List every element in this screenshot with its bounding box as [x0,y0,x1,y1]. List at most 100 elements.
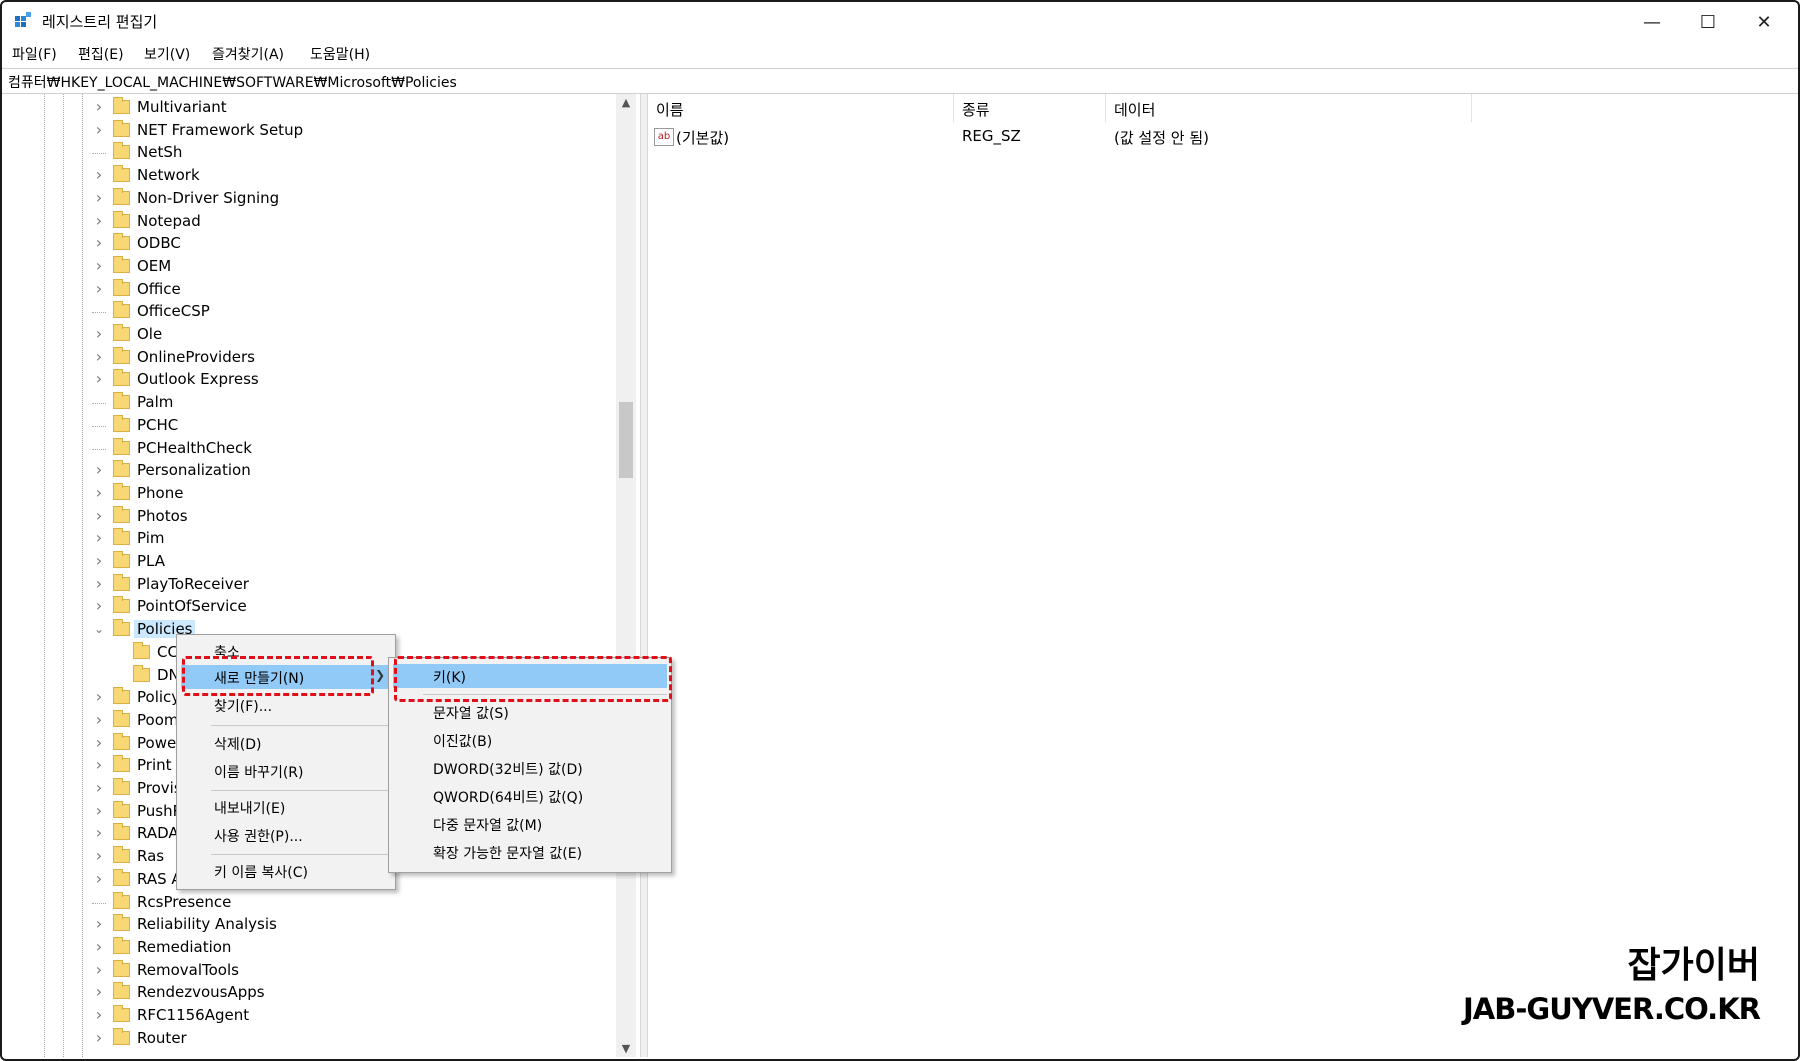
tree-item[interactable]: › Outlook Express [2,368,622,390]
tree-item[interactable]: › Remediation [2,936,622,958]
chevron-down-icon[interactable]: ⌄ [92,622,106,636]
tree-item[interactable]: › Multivariant [2,96,622,118]
chevron-right-icon[interactable]: › [92,121,106,137]
menu-file[interactable]: 파일(F) [12,44,57,64]
tree-item[interactable]: › Photos [2,505,622,527]
submenu-expandable-string-value[interactable]: 확장 가능한 문자열 값(E) [393,840,667,864]
menu-favorites[interactable]: 즐겨찾기(A) [212,44,284,64]
tree-item[interactable]: › RemovalTools [2,959,622,981]
chevron-right-icon[interactable]: › [92,961,106,977]
chevron-right-icon[interactable]: › [92,99,106,115]
close-button[interactable]: ✕ [1746,8,1782,36]
chevron-right-icon[interactable]: › [92,734,106,750]
chevron-right-icon[interactable]: › [92,257,106,273]
submenu-multi-string-value[interactable]: 다중 문자열 값(M) [393,812,667,836]
tree-item[interactable]: › Network [2,164,622,186]
tree-item[interactable]: NetSh [2,141,622,163]
tree-item[interactable]: › Non-Driver Signing [2,187,622,209]
tree-item[interactable]: › Pim [2,527,622,549]
tree-item[interactable]: RcsPresence [2,891,622,913]
value-row[interactable]: ab (기본값) REG_SZ (값 설정 안 됨) [648,124,1798,148]
pane-splitter[interactable] [640,94,648,1057]
chevron-right-icon[interactable]: › [92,1007,106,1023]
tree-item[interactable]: › PLA [2,550,622,572]
tree-item[interactable]: OfficeCSP [2,300,622,322]
maximize-button[interactable]: ☐ [1690,8,1726,36]
chevron-right-icon[interactable]: › [92,825,106,841]
ctx-copy-key-name[interactable]: 키 이름 복사(C) [181,859,391,883]
submenu-string-value[interactable]: 문자열 값(S) [393,700,667,724]
chevron-right-icon[interactable]: › [92,780,106,796]
chevron-right-icon[interactable]: › [92,757,106,773]
tree-item-label: Reliability Analysis [137,915,277,934]
submenu-binary-value[interactable]: 이진값(B) [393,728,667,752]
column-name[interactable]: 이름 [648,94,954,122]
tree-item[interactable]: › Router [2,1027,622,1049]
key-tree-pane[interactable]: › Multivariant › NET Framework Setup NetSh › N… [2,94,640,1057]
chevron-right-icon[interactable]: › [92,326,106,342]
chevron-right-icon[interactable]: › [92,371,106,387]
menu-help[interactable]: 도움말(H) [310,44,370,64]
tree-item[interactable]: › OEM [2,255,622,277]
address-bar[interactable]: 컴퓨터₩HKEY_LOCAL_MACHINE₩SOFTWARE₩Microsof… [2,68,1798,94]
tree-item[interactable]: › OnlineProviders [2,346,622,368]
minimize-button[interactable]: — [1634,8,1670,36]
menu-separator [211,790,391,791]
submenu-dword-value[interactable]: DWORD(32비트) 값(D) [393,756,667,780]
chevron-right-icon[interactable]: › [92,598,106,614]
tree-item[interactable]: › Ole [2,323,622,345]
chevron-right-icon[interactable]: › [92,916,106,932]
scroll-down-icon[interactable]: ▼ [619,1042,633,1055]
ctx-find[interactable]: 찾기(F)... [181,693,391,717]
chevron-right-icon[interactable]: › [92,553,106,569]
chevron-right-icon[interactable]: › [92,212,106,228]
ctx-export[interactable]: 내보내기(E) [181,795,391,819]
chevron-right-icon[interactable]: › [92,938,106,954]
chevron-right-icon[interactable]: › [92,530,106,546]
ctx-rename[interactable]: 이름 바꾸기(R) [181,759,391,783]
chevron-right-icon[interactable]: › [92,235,106,251]
tree-item[interactable]: › PlayToReceiver [2,573,622,595]
menu-view[interactable]: 보기(V) [144,44,190,64]
scroll-thumb[interactable] [619,402,633,478]
chevron-right-icon[interactable]: › [92,689,106,705]
chevron-right-icon[interactable]: › [92,802,106,818]
chevron-right-icon[interactable]: › [92,280,106,296]
chevron-right-icon[interactable]: › [92,1029,106,1045]
folder-icon [113,573,130,591]
menu-edit[interactable]: 편집(E) [78,44,124,64]
scroll-up-icon[interactable]: ▲ [619,96,633,109]
chevron-right-icon[interactable]: › [92,484,106,500]
tree-item[interactable]: › Phone [2,482,622,504]
tree-item[interactable]: Palm [2,391,622,413]
chevron-right-icon[interactable]: › [92,575,106,591]
tree-scrollbar[interactable]: ▲ ▼ [616,94,636,1057]
chevron-right-icon[interactable]: › [92,462,106,478]
tree-item[interactable]: › PointOfService [2,595,622,617]
tree-item[interactable]: › NET Framework Setup [2,119,622,141]
address-path[interactable]: 컴퓨터₩HKEY_LOCAL_MACHINE₩SOFTWARE₩Microsof… [8,72,457,92]
tree-item[interactable]: › Office [2,278,622,300]
column-type[interactable]: 종류 [954,94,1106,122]
tree-item[interactable]: › RFC1156Agent [2,1004,622,1026]
column-data[interactable]: 데이터 [1106,94,1472,122]
tree-item[interactable]: › Personalization [2,459,622,481]
tree-item[interactable]: PCHC [2,414,622,436]
chevron-right-icon[interactable]: › [92,984,106,1000]
tree-item[interactable]: › Reliability Analysis [2,913,622,935]
tree-item[interactable]: › ODBC [2,232,622,254]
ctx-permissions[interactable]: 사용 권한(P)... [181,823,391,847]
tree-item[interactable]: › Notepad [2,210,622,232]
chevron-right-icon[interactable]: › [92,507,106,523]
chevron-right-icon[interactable]: › [92,711,106,727]
chevron-right-icon[interactable]: › [92,348,106,364]
chevron-right-icon[interactable]: › [92,189,106,205]
chevron-right-icon[interactable]: › [92,167,106,183]
tree-item[interactable]: › RendezvousApps [2,981,622,1003]
chevron-right-icon[interactable]: › [92,870,106,886]
chevron-right-icon[interactable]: › [92,848,106,864]
values-pane[interactable]: 이름 종류 데이터 ab (기본값) REG_SZ (값 설정 안 됨) [648,94,1798,1057]
tree-item[interactable]: PCHealthCheck [2,437,622,459]
ctx-delete[interactable]: 삭제(D) [181,731,391,755]
submenu-qword-value[interactable]: QWORD(64비트) 값(Q) [393,784,667,808]
